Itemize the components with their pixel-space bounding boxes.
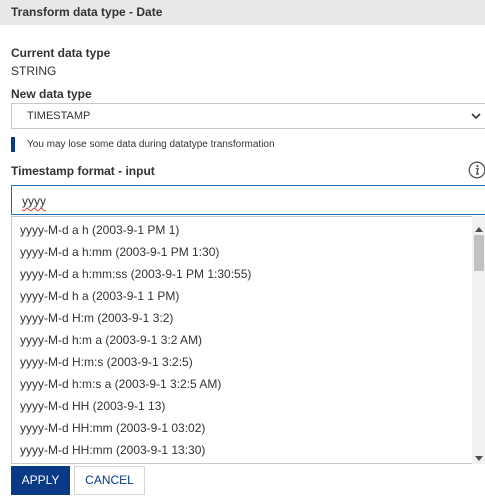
list-item[interactable]: yyyy-M-d H:m:s (2003-9-1 3:2:5) xyxy=(20,355,193,369)
current-type-value: STRING xyxy=(11,64,57,78)
warning-indicator xyxy=(11,137,15,152)
timestamp-format-input[interactable]: yyyy xyxy=(11,185,485,215)
list-item[interactable]: yyyy-M-d a h (2003-9-1 PM 1) xyxy=(20,223,179,237)
scrollbar-thumb[interactable] xyxy=(474,235,484,271)
cancel-button[interactable]: CANCEL xyxy=(74,466,145,495)
list-item[interactable]: yyyy-M-d HH:mm (2003-9-1 13:30) xyxy=(20,443,205,457)
list-item[interactable]: yyyy-M-d h a (2003-9-1 1 PM) xyxy=(20,289,179,303)
current-type-label: Current data type xyxy=(11,46,111,60)
chevron-down-icon xyxy=(470,110,482,125)
warning-text: You may lose some data during datatype t… xyxy=(27,139,275,150)
options-scrollbar[interactable] xyxy=(472,216,485,464)
scroll-up-arrow-icon[interactable] xyxy=(475,221,483,235)
new-type-label: New data type xyxy=(11,87,92,101)
list-item[interactable]: yyyy-M-d a h:mm (2003-9-1 PM 1:30) xyxy=(20,245,219,259)
apply-button[interactable]: APPLY xyxy=(11,466,70,495)
timestamp-format-input-value: yyyy xyxy=(22,194,46,208)
list-item[interactable]: yyyy-M-d a h:mm:ss (2003-9-1 PM 1:30:55) xyxy=(20,267,251,281)
timestamp-format-options-list[interactable]: yyyy-M-d a h (2003-9-1 PM 1) yyyy-M-d a … xyxy=(11,216,485,464)
list-item[interactable]: yyyy-M-d HH (2003-9-1 13) xyxy=(20,399,165,413)
info-icon[interactable] xyxy=(468,161,485,182)
list-item[interactable]: yyyy-M-d H:m (2003-9-1 3:2) xyxy=(20,311,173,325)
list-item[interactable]: yyyy-M-d h:m:s a (2003-9-1 3:2:5 AM) xyxy=(20,377,221,391)
new-type-selected-value: TIMESTAMP xyxy=(27,110,91,122)
scroll-down-arrow-icon[interactable] xyxy=(475,451,483,465)
dialog-title: Transform data type - Date xyxy=(0,0,485,25)
timestamp-format-label: Timestamp format - input xyxy=(11,164,155,178)
new-type-select[interactable]: TIMESTAMP xyxy=(11,103,485,129)
list-item[interactable]: yyyy-M-d h:m a (2003-9-1 3:2 AM) xyxy=(20,333,202,347)
list-item[interactable]: yyyy-M-d HH:mm (2003-9-1 03:02) xyxy=(20,421,205,435)
